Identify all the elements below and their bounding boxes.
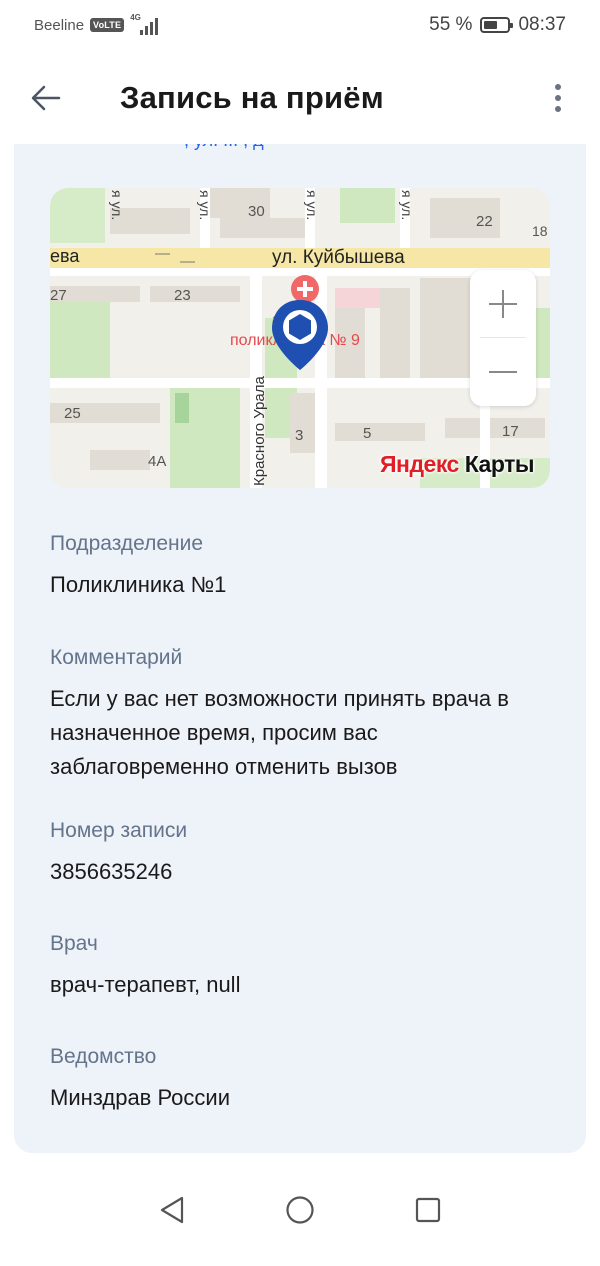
map-label-n3: 3 xyxy=(295,427,303,444)
map-label-n18: 18 xyxy=(532,223,548,239)
logo-part-1: Яндекс xyxy=(380,451,459,477)
field-value: Поликлиника №1 xyxy=(50,572,227,597)
map-label-street-left: ева xyxy=(50,246,80,266)
map-label-n5: 5 xyxy=(363,425,371,442)
logo-part-2: Карты xyxy=(464,451,535,477)
comment-line-1: Если у вас нет возможности принять врача… xyxy=(50,686,509,711)
more-menu-button[interactable] xyxy=(536,76,580,120)
field-comment: Комментарий Если у вас нет возможности п… xyxy=(50,644,560,784)
field-record-number: Номер записи 3856635246 xyxy=(50,817,560,889)
field-label: Подразделение xyxy=(50,532,204,555)
map-label-v1: я ул. xyxy=(109,190,125,220)
screen: Beeline VoLTE 4G 55 % 08:37 , ул. ... , … xyxy=(0,0,600,1266)
appointment-card: , ул. ... , д xyxy=(14,118,586,1153)
map-label-n27: 27 xyxy=(50,287,67,304)
zoom-in-button[interactable] xyxy=(470,270,536,338)
arrow-left-icon xyxy=(31,85,61,111)
field-doctor: Врач врач-терапевт, null xyxy=(50,930,560,1002)
map-label-n23: 23 xyxy=(174,287,191,304)
map-label-street-main: ул. Куйбышева xyxy=(272,247,405,268)
plus-icon xyxy=(489,290,517,318)
triangle-back-icon xyxy=(160,1196,184,1224)
comment-line-3: заблаговременно отменить вызов xyxy=(50,754,398,779)
carrier-name: Beeline xyxy=(34,16,85,34)
back-button[interactable] xyxy=(24,76,68,120)
map-label-v3: я ул. xyxy=(304,190,320,220)
battery-icon xyxy=(480,17,514,33)
status-left: Beeline VoLTE 4G xyxy=(34,13,162,35)
minus-icon xyxy=(489,371,517,373)
field-value: Если у вас нет возможности принять врача… xyxy=(50,682,560,784)
status-bar: Beeline VoLTE 4G 55 % 08:37 xyxy=(0,0,600,52)
field-value: врач-терапевт, null xyxy=(50,972,241,997)
field-label: Комментарий xyxy=(50,646,183,669)
map-label-n25: 25 xyxy=(64,405,81,422)
zoom-controls xyxy=(470,270,536,406)
field-label: Ведомство xyxy=(50,1045,157,1068)
status-right: 55 % 08:37 xyxy=(429,14,566,36)
signal-bars xyxy=(140,18,159,35)
map-label-v4: я ул. xyxy=(399,190,415,220)
map-label-n17: 17 xyxy=(502,423,519,440)
field-agency: Ведомство Минздрав России xyxy=(50,1043,560,1115)
field-department: Подразделение Поликлиника №1 xyxy=(50,530,560,602)
battery-percent: 55 % xyxy=(429,14,473,35)
square-recents-icon xyxy=(415,1197,441,1223)
medical-cross-icon xyxy=(291,275,319,303)
map-view[interactable]: ева ул. Куйбышева 27 23 30 22 18 25 4А 3… xyxy=(50,188,550,488)
field-value: 3856635246 xyxy=(50,859,173,884)
map-label-n22: 22 xyxy=(476,213,493,230)
map-label-n30: 30 xyxy=(248,203,265,220)
signal-icon: 4G xyxy=(130,13,162,35)
volte-badge: VoLTE xyxy=(90,18,125,32)
app-header: Запись на приём xyxy=(0,52,600,144)
nav-home-button[interactable] xyxy=(270,1180,330,1240)
nav-back-button[interactable] xyxy=(142,1180,202,1240)
more-vertical-icon xyxy=(555,84,561,90)
field-label: Врач xyxy=(50,932,98,955)
field-label: Номер записи xyxy=(50,819,188,842)
map-label-street-vertical: Красного Урала xyxy=(251,376,268,486)
yandex-maps-logo[interactable]: Яндекс Карты xyxy=(380,451,534,478)
page-title: Запись на приём xyxy=(120,80,384,115)
system-nav-bar xyxy=(0,1166,600,1266)
clock: 08:37 xyxy=(518,14,566,35)
field-value: Минздрав России xyxy=(50,1085,230,1110)
zoom-out-button[interactable] xyxy=(470,338,536,406)
map-label-v2: я ул. xyxy=(197,190,213,220)
circle-home-icon xyxy=(286,1196,314,1224)
map-label-n4a: 4А xyxy=(148,453,166,470)
comment-line-2: назначенное время, просим вас xyxy=(50,720,378,745)
nav-recents-button[interactable] xyxy=(398,1180,458,1240)
